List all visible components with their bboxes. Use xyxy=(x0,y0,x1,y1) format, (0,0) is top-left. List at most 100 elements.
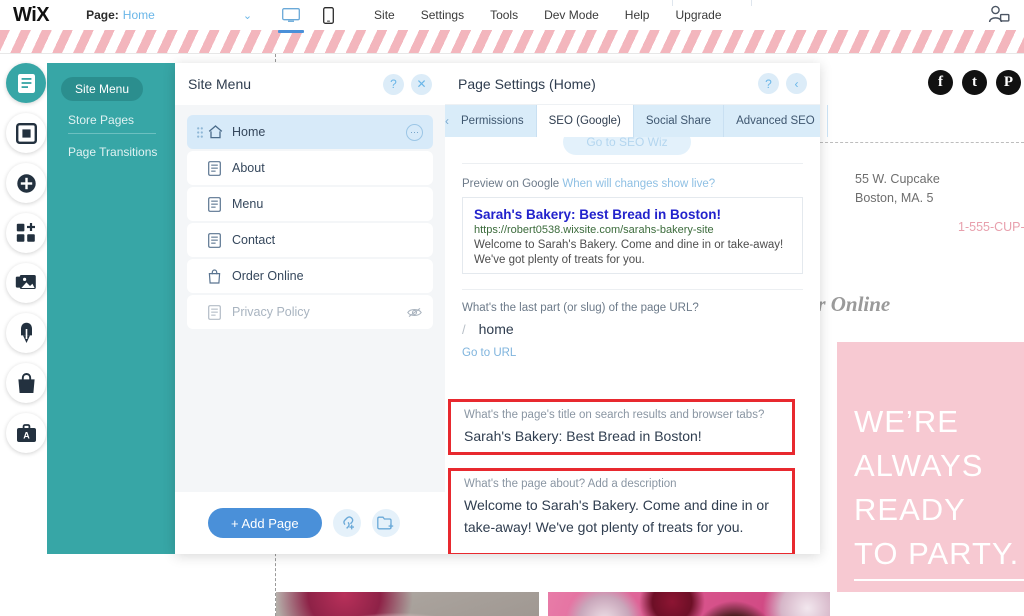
site-menu-header-buttons[interactable]: ? ✕ xyxy=(383,73,432,95)
photo-spoon-cupcake xyxy=(276,592,539,616)
page-options-icon[interactable]: ··· xyxy=(406,123,423,141)
sidebar-item-store-pages[interactable]: Store Pages xyxy=(68,113,134,127)
sidebar-item-site-menu[interactable]: Site Menu xyxy=(61,77,144,101)
banner-line-1: WE’RE xyxy=(854,404,959,439)
google-preview-card: Sarah's Bakery: Best Bread in Boston! ht… xyxy=(462,197,803,274)
google-preview-description: Welcome to Sarah's Bakery. Come and dine… xyxy=(474,239,784,266)
page-item-home[interactable]: Home ··· xyxy=(187,115,433,149)
site-menu-panel: Site Menu ? ✕ Home ··· About Menu Contac… xyxy=(175,63,445,554)
phone-number: 1-555-CUP- xyxy=(958,220,1024,234)
preview-label-text: Preview on Google xyxy=(462,178,560,190)
page-settings-title: Page Settings (Home) xyxy=(458,75,596,92)
chevron-up-icon xyxy=(708,0,718,4)
device-toggle[interactable] xyxy=(278,4,339,33)
page-item-label: Contact xyxy=(232,233,276,247)
hidden-page-icon xyxy=(406,304,423,321)
page-item-label: Order Online xyxy=(232,269,304,283)
photo-gap xyxy=(539,592,548,616)
tab-advanced-seo[interactable]: Advanced SEO xyxy=(724,105,828,137)
page-item-contact[interactable]: Contact xyxy=(187,223,433,257)
preview-on-google-label: Preview on Google When will changes show… xyxy=(462,178,715,190)
close-icon[interactable]: ✕ xyxy=(411,73,432,95)
help-icon[interactable]: ? xyxy=(758,73,779,94)
chevron-down-icon[interactable]: ⌄ xyxy=(243,9,252,22)
add-link-icon[interactable] xyxy=(332,509,361,537)
page-settings-tabs[interactable]: ‹ Permissions SEO (Google) Social Share … xyxy=(445,105,828,137)
menu-item-settings[interactable]: Settings xyxy=(421,8,464,22)
slug-field[interactable]: / home xyxy=(462,321,514,337)
page-item-menu[interactable]: Menu xyxy=(187,187,433,221)
pages-sidebar-panel: Site Menu Store Pages Page Transitions xyxy=(47,63,175,554)
my-uploads-icon[interactable] xyxy=(6,263,46,303)
home-icon xyxy=(208,125,225,139)
wix-logo[interactable]: WiX xyxy=(13,4,50,27)
page-settings-header: Page Settings (Home) ? ‹ xyxy=(445,63,820,105)
help-icon[interactable]: ? xyxy=(383,73,404,95)
page-list[interactable]: Home ··· About Menu Contact Order Online… xyxy=(175,105,445,492)
blog-icon[interactable] xyxy=(6,313,46,353)
page-selector-value: Home xyxy=(122,8,155,22)
top-menu[interactable]: Site Settings Tools Dev Mode Help Upgrad… xyxy=(374,0,753,22)
upgrade-tooltip xyxy=(672,0,753,6)
app-market-icon[interactable]: A xyxy=(6,413,46,453)
collapse-panel-icon[interactable]: ‹ xyxy=(786,73,807,94)
page-item-privacy-policy[interactable]: Privacy Policy xyxy=(187,295,433,329)
social-links[interactable]: f t P xyxy=(928,70,1021,95)
tab-social-share[interactable]: Social Share xyxy=(634,105,725,137)
mobile-view-button[interactable] xyxy=(317,4,339,26)
editor-icon-rail[interactable]: A xyxy=(6,63,48,463)
go-to-seo-wiz-button[interactable]: Go to SEO Wiz xyxy=(563,137,691,155)
browse-menu-cta[interactable]: BROWSE OUR MENU xyxy=(854,592,1000,606)
seo-description-input[interactable]: Welcome to Sarah's Bakery. Come and dine… xyxy=(451,490,792,538)
address-line-1: 55 W. Cupcake xyxy=(855,172,940,186)
when-changes-show-live-link[interactable]: When will changes show live? xyxy=(562,178,715,190)
seo-title-field-highlight[interactable]: What's the page's title on search result… xyxy=(448,399,795,455)
page-icon xyxy=(208,232,225,248)
menus-and-pages-icon[interactable] xyxy=(6,63,46,103)
page-icon xyxy=(208,160,225,176)
page-selector[interactable]: Page: Home ⌄ xyxy=(86,8,252,22)
desktop-view-button[interactable] xyxy=(278,4,305,33)
banner-line-3: READY xyxy=(854,492,966,527)
menu-item-upgrade[interactable]: Upgrade xyxy=(675,8,721,22)
pinterest-icon[interactable]: P xyxy=(996,70,1021,95)
add-page-button[interactable]: + Add Page xyxy=(208,508,322,538)
party-banner-text: WE’RE ALWAYS READY TO PARTY. xyxy=(837,400,1024,576)
tab-seo-google[interactable]: SEO (Google) xyxy=(536,105,634,137)
tab-permissions[interactable]: Permissions xyxy=(449,105,537,137)
add-apps-icon[interactable] xyxy=(6,213,46,253)
sidebar-divider xyxy=(68,133,156,134)
seo-title-input[interactable]: Sarah's Bakery: Best Bread in Boston! xyxy=(451,421,792,447)
banner-rule xyxy=(854,579,1024,581)
store-icon[interactable] xyxy=(6,363,46,403)
address-line-2: Boston, MA. 5 xyxy=(855,191,934,205)
banner-line-4: TO PARTY. xyxy=(854,536,1020,571)
slug-input-value[interactable]: home xyxy=(479,321,514,337)
menu-item-help[interactable]: Help xyxy=(625,8,650,22)
add-folder-icon[interactable] xyxy=(371,509,400,537)
page-item-about[interactable]: About xyxy=(187,151,433,185)
menu-item-dev-mode[interactable]: Dev Mode xyxy=(544,8,599,22)
upgrade-wrapper[interactable]: Upgrade xyxy=(672,0,753,22)
menu-item-site[interactable]: Site xyxy=(374,8,395,22)
facebook-icon[interactable]: f xyxy=(928,70,953,95)
page-item-label: Privacy Policy xyxy=(232,305,310,319)
background-icon[interactable] xyxy=(6,113,46,153)
add-elements-icon[interactable] xyxy=(6,163,46,203)
monitor-icon xyxy=(282,7,300,22)
page-item-order-online[interactable]: Order Online xyxy=(187,259,433,293)
account-icon[interactable] xyxy=(988,5,1010,29)
go-to-url-link[interactable]: Go to URL xyxy=(462,347,516,359)
twitter-icon[interactable]: t xyxy=(962,70,987,95)
page-settings-panel: Page Settings (Home) ? ‹ ‹ Permissions S… xyxy=(445,63,828,554)
seo-title-label: What's the page's title on search result… xyxy=(464,409,765,421)
menu-item-tools[interactable]: Tools xyxy=(490,8,518,22)
svg-text:A: A xyxy=(23,430,30,440)
slug-prefix: / xyxy=(462,322,466,337)
seo-description-field-highlight[interactable]: What's the page about? Add a description… xyxy=(448,468,795,554)
drag-handle-icon[interactable] xyxy=(197,126,204,138)
party-banner: WE’RE ALWAYS READY TO PARTY. BROWSE OUR … xyxy=(837,342,1024,606)
sidebar-item-page-transitions[interactable]: Page Transitions xyxy=(68,145,157,159)
page-settings-header-buttons[interactable]: ? ‹ xyxy=(758,73,807,94)
site-menu-header: Site Menu ? ✕ xyxy=(175,63,445,105)
